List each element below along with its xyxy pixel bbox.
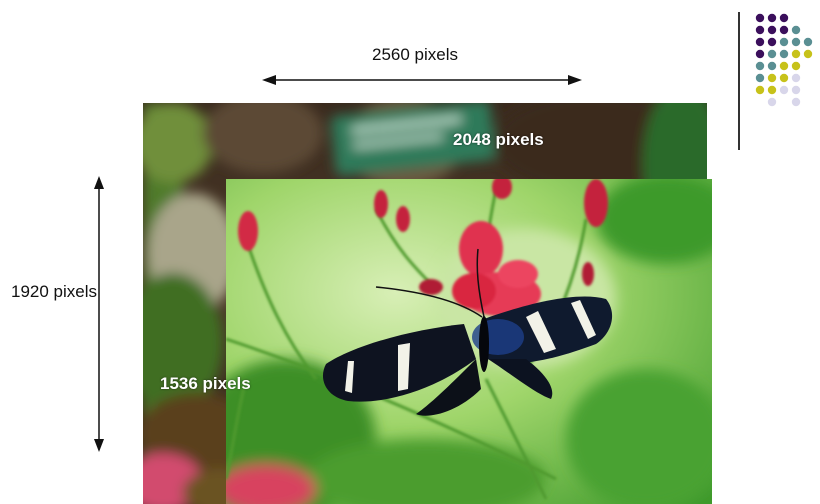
small-height-label: 1536 pixels xyxy=(160,374,251,393)
logo-dot xyxy=(755,73,765,83)
logo-dot xyxy=(791,25,801,35)
logo-dot xyxy=(767,61,777,71)
logo-dot xyxy=(755,13,765,23)
height-dimension-arrow xyxy=(90,176,108,452)
dot-logo xyxy=(752,10,820,130)
logo-dot xyxy=(755,85,765,95)
logo-dot xyxy=(779,25,789,35)
logo-dot xyxy=(791,37,801,47)
small-image-2048x1536 xyxy=(226,179,712,504)
width-dimension-arrow xyxy=(262,73,582,87)
logo-dot xyxy=(755,37,765,47)
logo-dot xyxy=(767,49,777,59)
logo-dot xyxy=(767,85,777,95)
logo-divider xyxy=(738,12,740,150)
logo-dot xyxy=(779,37,789,47)
logo-dot xyxy=(779,85,789,95)
logo-dot xyxy=(755,49,765,59)
logo-dot xyxy=(779,13,789,23)
logo-dot xyxy=(803,49,813,59)
logo-dot xyxy=(779,61,789,71)
logo-dot xyxy=(755,25,765,35)
logo-dot xyxy=(791,73,801,83)
logo-dot xyxy=(791,97,801,107)
logo-dot xyxy=(767,25,777,35)
logo-dot xyxy=(779,73,789,83)
logo-dot xyxy=(791,61,801,71)
small-width-label: 2048 pixels xyxy=(453,130,544,149)
logo-dot xyxy=(791,49,801,59)
logo-dot xyxy=(767,97,777,107)
logo-dot xyxy=(779,49,789,59)
logo-dot xyxy=(755,61,765,71)
logo-dot xyxy=(767,13,777,23)
width-dimension-label: 2560 pixels xyxy=(372,45,459,64)
slide-canvas: 2560 pixels 1920 pixels 2048 pixels 1536… xyxy=(0,0,820,504)
logo-dot xyxy=(767,37,777,47)
logo-dot xyxy=(767,73,777,83)
logo-dot xyxy=(803,37,813,47)
height-dimension-label: 1920 pixels xyxy=(11,282,98,301)
logo-dot xyxy=(791,85,801,95)
